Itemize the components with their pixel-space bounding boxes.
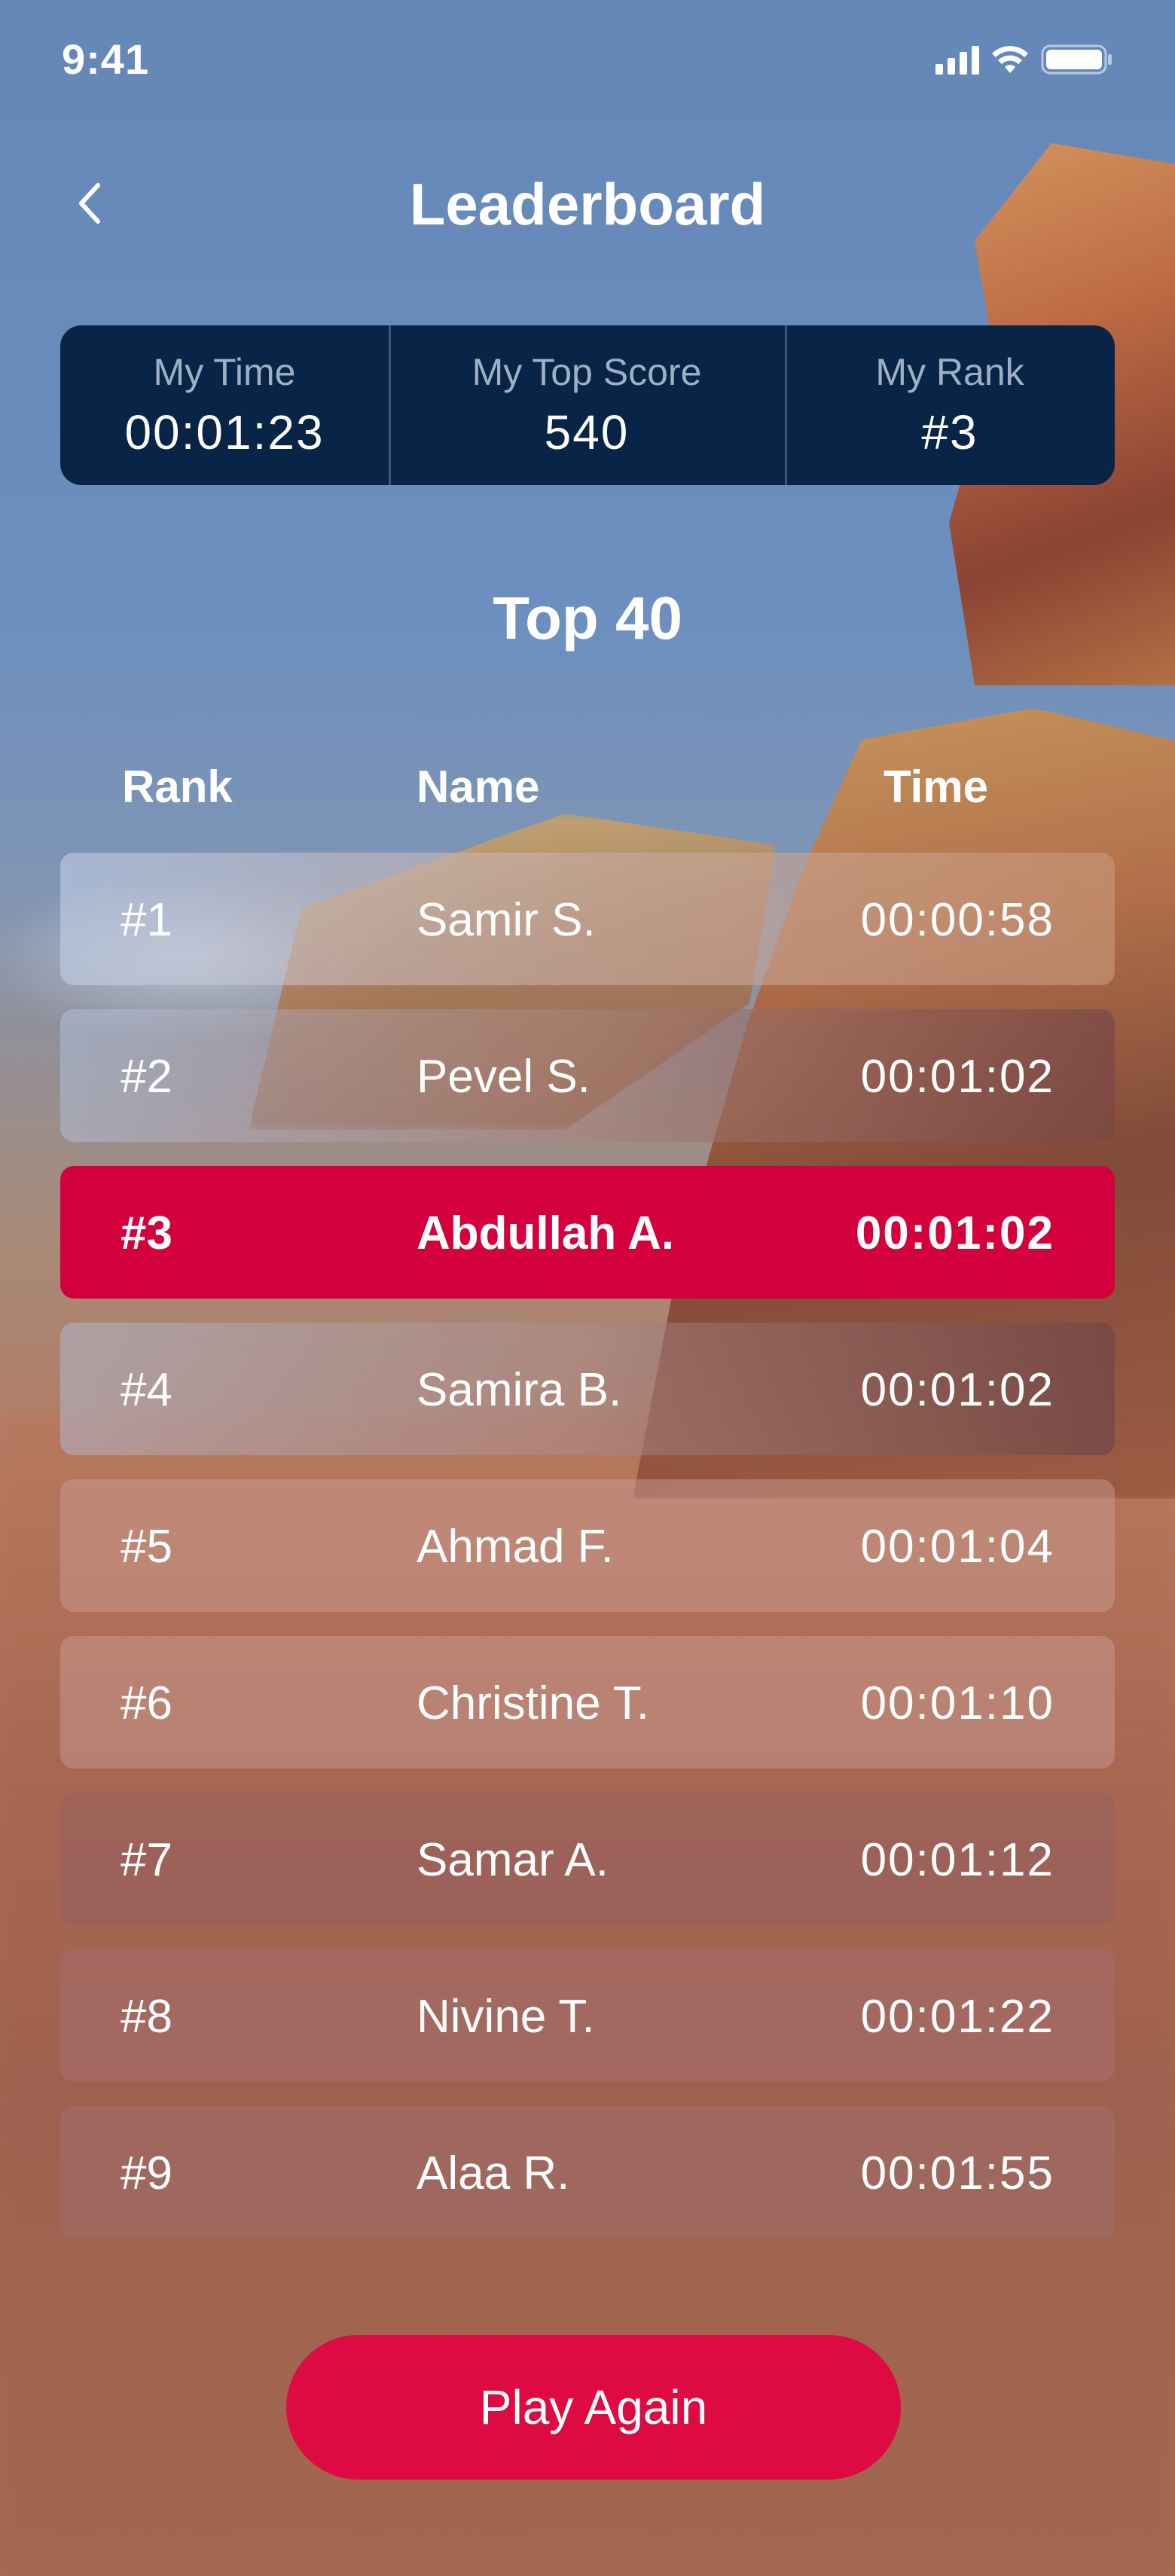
table-header: Rank Name Time	[60, 753, 1115, 821]
row-name: Samar A.	[417, 1834, 609, 1886]
status-time: 9:41	[62, 35, 150, 83]
my-stats-panel: My Time 00:01:23 My Top Score 540 My Ran…	[60, 325, 1115, 485]
row-rank: #2	[121, 1051, 172, 1103]
table-row-current-user: #3 Abdullah A. 00:01:02	[60, 1166, 1115, 1299]
table-row: #6 Christine T. 00:01:10	[60, 1636, 1115, 1769]
column-header-rank: Rank	[122, 762, 233, 812]
stat-label: My Top Score	[472, 351, 702, 393]
row-name: Alaa R.	[417, 2147, 570, 2199]
stat-value: 00:01:23	[124, 405, 325, 459]
stat-label: My Rank	[875, 351, 1024, 393]
battery-icon	[1041, 44, 1112, 75]
row-time: 00:01:02	[855, 1207, 1054, 1259]
row-time: 00:01:02	[860, 1051, 1054, 1103]
column-header-name: Name	[417, 762, 540, 812]
stat-value: #3	[921, 405, 978, 459]
column-header-time: Time	[884, 762, 988, 812]
row-name: Samir S.	[417, 894, 596, 946]
row-rank: #5	[121, 1521, 172, 1573]
row-rank: #9	[121, 2147, 172, 2199]
row-rank: #8	[121, 1991, 172, 2043]
table-row: #8 Nivine T. 00:01:22	[60, 1949, 1115, 2082]
table-row: #2 Pevel S. 00:01:02	[60, 1009, 1115, 1142]
row-rank: #4	[121, 1364, 172, 1416]
row-rank: #7	[121, 1834, 172, 1886]
play-again-button[interactable]: Play Again	[286, 2335, 901, 2480]
row-time: 00:01:10	[860, 1677, 1054, 1729]
row-rank: #3	[121, 1207, 172, 1259]
row-name: Pevel S.	[417, 1051, 591, 1103]
row-name: Samira B.	[417, 1364, 622, 1416]
leaderboard-screen: 9:41 Leaderboard My Time 00:01:23 My Top…	[0, 0, 1175, 2576]
page-title: Leaderboard	[409, 171, 766, 237]
row-time: 00:01:55	[860, 2147, 1054, 2199]
stat-my-top-score: My Top Score 540	[389, 325, 785, 485]
stat-my-time: My Time 00:01:23	[60, 325, 389, 485]
stat-label: My Time	[153, 351, 296, 393]
table-row: #1 Samir S. 00:00:58	[60, 853, 1115, 985]
table-row: #4 Samira B. 00:01:02	[60, 1323, 1115, 1455]
header: Leaderboard	[0, 158, 1175, 249]
status-bar: 9:41	[0, 0, 1175, 128]
stat-my-rank: My Rank #3	[785, 325, 1115, 485]
status-icons	[935, 41, 1113, 78]
row-time: 00:01:02	[860, 1364, 1054, 1416]
wifi-icon	[992, 46, 1028, 73]
section-title: Top 40	[493, 584, 682, 652]
row-time: 00:00:58	[860, 894, 1054, 946]
row-time: 00:01:12	[860, 1834, 1054, 1886]
row-rank: #6	[121, 1677, 172, 1729]
row-time: 00:01:04	[860, 1521, 1054, 1573]
row-rank: #1	[121, 894, 172, 946]
row-time: 00:01:22	[860, 1991, 1054, 2043]
stat-value: 540	[544, 405, 630, 459]
row-name: Abdullah A.	[417, 1207, 675, 1259]
leaderboard-list: #1 Samir S. 00:00:58 #2 Pevel S. 00:01:0…	[60, 853, 1115, 2263]
table-row: #9 Alaa R. 00:01:55	[60, 2106, 1115, 2239]
table-row: #7 Samar A. 00:01:12	[60, 1793, 1115, 1925]
row-name: Nivine T.	[417, 1991, 595, 2043]
table-row: #5 Ahmad F. 00:01:04	[60, 1479, 1115, 1612]
signal-icon	[935, 44, 979, 75]
row-name: Ahmad F.	[417, 1521, 614, 1573]
row-name: Christine T.	[417, 1677, 649, 1729]
